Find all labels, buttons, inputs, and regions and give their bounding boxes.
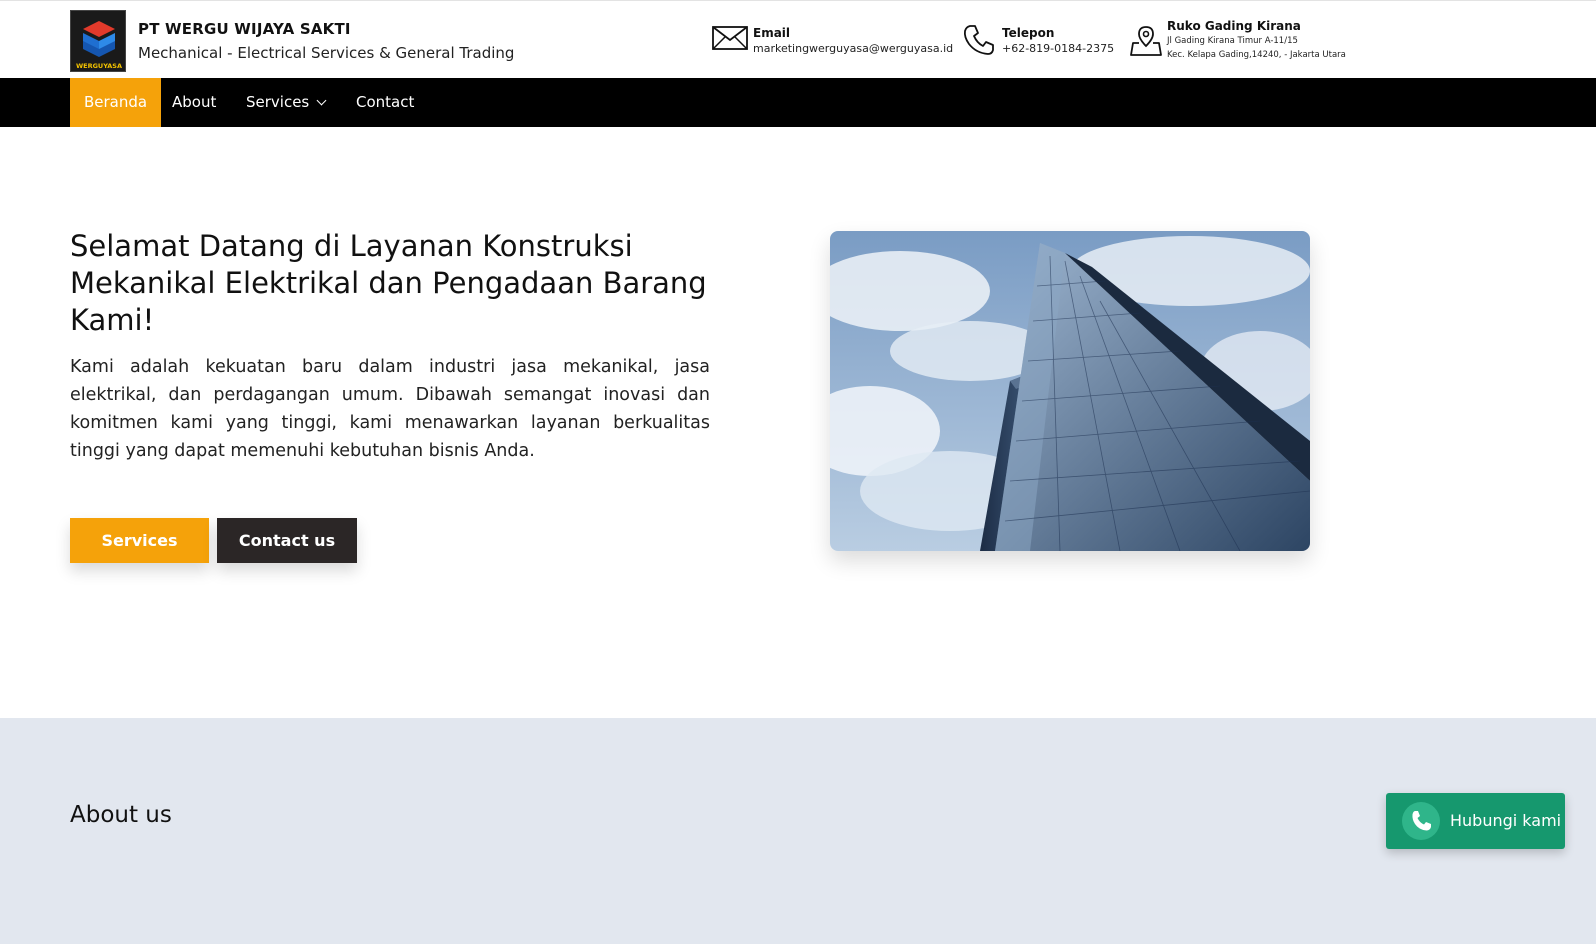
company-tagline: Mechanical - Electrical Services & Gener…: [138, 44, 515, 62]
company-logo[interactable]: WERGUYASA: [70, 10, 126, 72]
chevron-down-icon: [316, 95, 327, 106]
nav-item-beranda[interactable]: Beranda: [70, 78, 162, 127]
phone-title: Telepon: [1002, 26, 1055, 40]
envelope-icon: [712, 23, 748, 55]
email-title: Email: [753, 26, 791, 40]
address-line-1: Jl Gading Kirana Timur A-11/15: [1167, 36, 1298, 46]
nav-item-contact[interactable]: Contact: [356, 78, 414, 127]
phone-icon: [1402, 802, 1440, 840]
phone-icon: [962, 23, 996, 61]
map-pin-icon: [1130, 25, 1162, 61]
nav-item-services-label: Services: [246, 93, 310, 111]
company-name: PT WERGU WIJAYA SAKTI: [138, 20, 351, 38]
hero-building-image: [830, 231, 1310, 551]
email-value[interactable]: marketingwerguyasa@werguyasa.id: [753, 42, 953, 55]
whatsapp-contact-button[interactable]: Hubungi kami: [1386, 793, 1565, 849]
nav-item-services[interactable]: Services: [246, 78, 327, 127]
about-section: About us: [0, 718, 1596, 944]
top-header: WERGUYASA PT WERGU WIJAYA SAKTI Mechanic…: [0, 0, 1596, 78]
logo-text: WERGUYASA: [76, 62, 122, 70]
address-line-2: Kec. Kelapa Gading,14240, - Jakarta Utar…: [1167, 50, 1346, 60]
address-title: Ruko Gading Kirana: [1167, 19, 1301, 33]
phone-value[interactable]: +62-819-0184-2375: [1002, 42, 1114, 55]
whatsapp-label: Hubungi kami: [1450, 811, 1562, 830]
about-title: About us: [70, 802, 172, 828]
hero-title: Selamat Datang di Layanan Konstruksi Mek…: [70, 229, 707, 337]
nav-item-about[interactable]: About: [172, 78, 216, 127]
services-button[interactable]: Services: [70, 518, 209, 563]
contact-us-button[interactable]: Contact us: [217, 518, 357, 563]
hero-description: Kami adalah kekuatan baru dalam industri…: [70, 357, 710, 461]
main-navbar: Beranda About Services Contact: [0, 78, 1596, 127]
